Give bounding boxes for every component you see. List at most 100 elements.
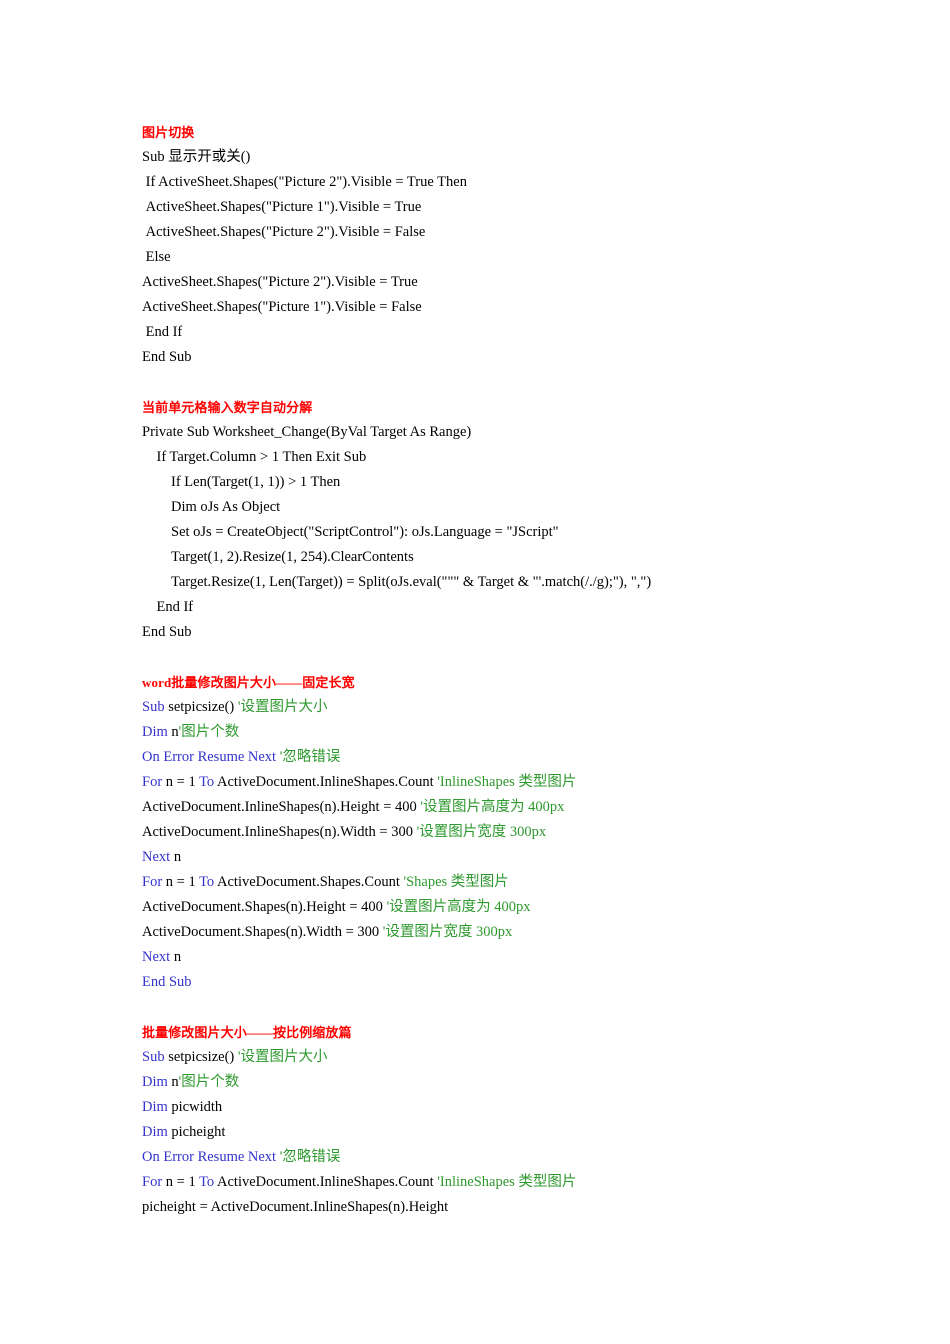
code-comment: '设置图片宽度 300px (382, 924, 513, 940)
code-text: ActiveDocument.InlineShapes(n).Height = … (142, 799, 421, 815)
code-comment: '设置图片高度为 400px (420, 799, 565, 815)
code-text: ActiveSheet.Shapes("Picture 1").Visible … (142, 199, 422, 215)
code-text: n (167, 724, 179, 740)
code-comment: '图片个数 (178, 724, 240, 740)
code-text: Set oJs = CreateObject("ScriptControl"):… (142, 524, 559, 540)
code-text: ActiveDocument.Shapes.Count (214, 874, 404, 890)
code-text: ActiveDocument.Shapes(n).Height = 400 (142, 899, 387, 915)
code-text: setpicsize() (164, 699, 238, 715)
code-text: picheight (167, 1124, 226, 1140)
code-line: Next n (142, 845, 812, 870)
code-text: End Sub (142, 624, 192, 640)
code-line: ActiveSheet.Shapes("Picture 1").Visible … (142, 195, 812, 220)
code-line: ActiveDocument.InlineShapes(n).Width = 3… (142, 820, 812, 845)
code-text: ActiveDocument.InlineShapes.Count (214, 1174, 438, 1190)
code-keyword: On Error Resume Next (142, 749, 277, 765)
code-keyword: To (199, 774, 215, 790)
code-line: Target.Resize(1, Len(Target)) = Split(oJ… (142, 570, 812, 595)
code-keyword: Dim (142, 1099, 168, 1115)
code-text: If Target.Column > 1 Then Exit Sub (142, 449, 367, 465)
code-keyword: Next (142, 849, 171, 865)
code-keyword: End Sub (142, 974, 192, 990)
code-text: End If (142, 324, 183, 340)
code-line: If Target.Column > 1 Then Exit Sub (142, 445, 812, 470)
code-keyword: On Error Resume Next (142, 1149, 277, 1165)
code-text: End Sub (142, 349, 192, 365)
document-page: 图片切换 Sub 显示开或关() If ActiveSheet.Shapes("P… (0, 0, 950, 1344)
code-text: ActiveSheet.Shapes("Picture 1").Visible … (142, 299, 422, 315)
code-line: End Sub (142, 970, 812, 995)
code-line: ActiveSheet.Shapes("Picture 2").Visible … (142, 270, 812, 295)
code-line: Dim oJs As Object (142, 495, 812, 520)
section-heading: 图片切换 (142, 125, 195, 140)
code-line: For n = 1 To ActiveDocument.InlineShapes… (142, 770, 812, 795)
code-keyword: For (142, 874, 163, 890)
code-line: Dim n'图片个数 (142, 1070, 812, 1095)
code-line: Dim n'图片个数 (142, 720, 812, 745)
code-text: n = 1 (162, 874, 200, 890)
code-text: Else (142, 249, 171, 265)
code-text: Dim oJs As Object (142, 499, 281, 515)
code-keyword: Sub (142, 1049, 165, 1065)
code-keyword: Dim (142, 1124, 168, 1140)
code-line: On Error Resume Next '忽略错误 (142, 1145, 812, 1170)
code-text: n (167, 1074, 179, 1090)
code-text: picheight = ActiveDocument.InlineShapes(… (142, 1199, 449, 1215)
code-text: Private Sub Worksheet_Change(ByVal Targe… (142, 424, 472, 440)
code-comment: '忽略错误 (279, 1149, 341, 1165)
code-text: n (170, 949, 182, 965)
code-line: ActiveDocument.Shapes(n).Height = 400 '设… (142, 895, 812, 920)
code-text: ActiveSheet.Shapes("Picture 2").Visible … (142, 224, 426, 240)
code-keyword: Dim (142, 724, 168, 740)
code-text: ActiveDocument.InlineShapes.Count (214, 774, 438, 790)
code-line: End If (142, 320, 812, 345)
code-line: If Len(Target(1, 1)) > 1 Then (142, 470, 812, 495)
code-line: Else (142, 245, 812, 270)
code-line: ActiveDocument.Shapes(n).Width = 300 '设置… (142, 920, 812, 945)
code-text: Sub 显示开或关() (142, 149, 251, 165)
code-comment: '设置图片高度为 400px (386, 899, 531, 915)
code-line: For n = 1 To ActiveDocument.InlineShapes… (142, 1170, 812, 1195)
code-line: On Error Resume Next '忽略错误 (142, 745, 812, 770)
section-heading: word批量修改图片大小——固定长宽 (142, 675, 355, 690)
code-line: Private Sub Worksheet_Change(ByVal Targe… (142, 420, 812, 445)
code-text: If ActiveSheet.Shapes("Picture 2").Visib… (142, 174, 467, 190)
code-text: Target.Resize(1, Len(Target)) = Split(oJ… (142, 574, 652, 590)
code-keyword: Sub (142, 699, 165, 715)
code-line: End If (142, 595, 812, 620)
section-heading: 当前单元格输入数字自动分解 (142, 400, 313, 415)
code-line: picheight = ActiveDocument.InlineShapes(… (142, 1195, 812, 1220)
code-line: Target(1, 2).Resize(1, 254).ClearContent… (142, 545, 812, 570)
code-comment: '图片个数 (178, 1074, 240, 1090)
code-text: n (170, 849, 182, 865)
code-comment: 'InlineShapes 类型图片 (437, 774, 577, 790)
code-text: If Len(Target(1, 1)) > 1 Then (142, 474, 341, 490)
code-comment: 'InlineShapes 类型图片 (437, 1174, 577, 1190)
code-comment: '忽略错误 (279, 749, 341, 765)
code-line: If ActiveSheet.Shapes("Picture 2").Visib… (142, 170, 812, 195)
code-line: ActiveSheet.Shapes("Picture 1").Visible … (142, 295, 812, 320)
code-keyword: To (199, 874, 215, 890)
code-line: End Sub (142, 620, 812, 645)
code-text: ActiveSheet.Shapes("Picture 2").Visible … (142, 274, 418, 290)
code-line: Sub setpicsize() '设置图片大小 (142, 1045, 812, 1070)
code-line: Set oJs = CreateObject("ScriptControl"):… (142, 520, 812, 545)
code-comment: '设置图片大小 (237, 1049, 328, 1065)
code-comment: '设置图片宽度 300px (416, 824, 547, 840)
code-line: Sub setpicsize() '设置图片大小 (142, 695, 812, 720)
code-line: Dim picheight (142, 1120, 812, 1145)
code-text: Target(1, 2).Resize(1, 254).ClearContent… (142, 549, 414, 565)
code-line: Next n (142, 945, 812, 970)
code-line: End Sub (142, 345, 812, 370)
code-comment: '设置图片大小 (237, 699, 328, 715)
code-line: Sub 显示开或关() (142, 145, 812, 170)
code-line: ActiveDocument.InlineShapes(n).Height = … (142, 795, 812, 820)
code-keyword: For (142, 1174, 163, 1190)
code-text: n = 1 (162, 1174, 200, 1190)
code-keyword: Next (142, 949, 171, 965)
code-text: n = 1 (162, 774, 200, 790)
code-text: setpicsize() (164, 1049, 238, 1065)
